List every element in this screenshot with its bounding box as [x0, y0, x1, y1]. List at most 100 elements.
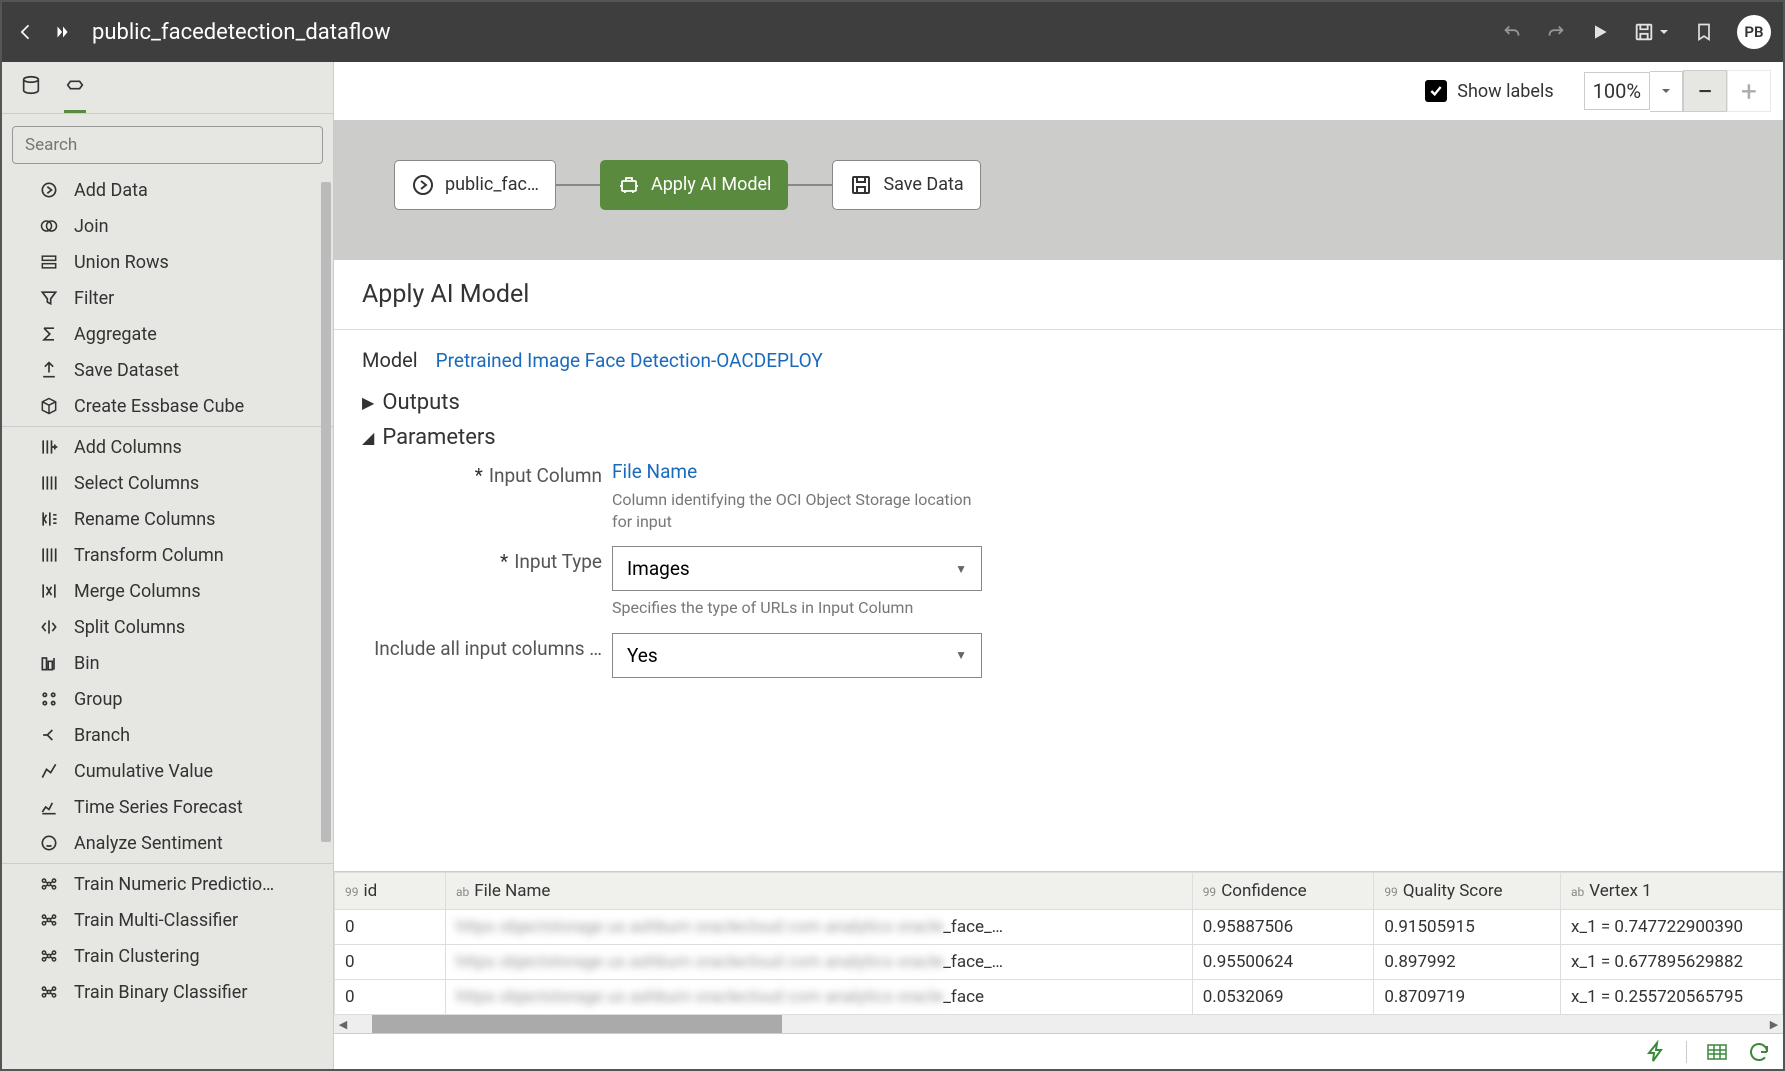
back-button[interactable] [14, 20, 38, 44]
table-row[interactable]: 0https objectstorage us ashburn oraclecl… [335, 945, 1783, 980]
sidebar-item[interactable]: Add Columns [2, 429, 333, 465]
column-header[interactable]: 99Confidence [1192, 873, 1374, 910]
model-link[interactable]: Pretrained Image Face Detection-OACDEPLO… [436, 349, 823, 372]
sidebar-item[interactable]: Group [2, 681, 333, 717]
node-label: Apply AI Model [651, 175, 771, 196]
sidebar-scrollbar[interactable] [321, 182, 331, 902]
forecast-icon [38, 796, 60, 818]
group-icon [38, 688, 60, 710]
zoom-out-button[interactable]: − [1683, 70, 1727, 112]
cumul-icon [38, 760, 60, 782]
tab-data[interactable] [20, 74, 42, 113]
scroll-thumb[interactable] [372, 1015, 782, 1033]
expand-icon[interactable] [52, 21, 74, 43]
sidebar-item[interactable]: Join [2, 208, 333, 244]
cols-split-icon [38, 616, 60, 638]
column-header[interactable]: abFile Name [445, 873, 1192, 910]
table-row[interactable]: 0https objectstorage us ashburn oraclecl… [335, 910, 1783, 945]
sidebar-item[interactable]: Train Multi-Classifier [2, 902, 333, 938]
sidebar-item[interactable]: Analyze Sentiment [2, 825, 333, 861]
input-type-select[interactable]: Images ▼ [612, 546, 982, 591]
sidebar-item[interactable]: Rename Columns [2, 501, 333, 537]
horizontal-scrollbar[interactable]: ◀ ▶ [334, 1015, 1783, 1033]
input-column-value[interactable]: File Name [612, 460, 1012, 483]
train-icon [38, 981, 60, 1003]
input-type-label: Input Type [514, 550, 602, 573]
parameters-toggle[interactable]: ◢ Parameters [362, 425, 1755, 450]
sidebar-item[interactable]: Cumulative Value [2, 753, 333, 789]
save-dropdown-button[interactable] [1657, 21, 1671, 43]
zoom-dropdown[interactable] [1650, 71, 1683, 112]
sentiment-icon [38, 832, 60, 854]
save-icon [849, 173, 873, 197]
arrow-circle-icon [38, 179, 60, 201]
canvas-toolbar: Show labels 100% − + [334, 62, 1783, 120]
sidebar-item[interactable]: Union Rows [2, 244, 333, 280]
sidebar-item-label: Train Clustering [74, 946, 200, 967]
redo-button[interactable] [1545, 21, 1567, 43]
zoom-in-button[interactable]: + [1727, 70, 1771, 112]
column-header[interactable]: 99id [335, 873, 446, 910]
show-labels-checkbox[interactable] [1425, 80, 1447, 102]
sidebar-item[interactable]: Split Columns [2, 609, 333, 645]
sidebar-item[interactable]: Filter [2, 280, 333, 316]
node-source[interactable]: public_fac… [394, 160, 556, 210]
bin-icon [38, 652, 60, 674]
train-icon [38, 909, 60, 931]
column-header[interactable]: abVertex 1 [1560, 873, 1782, 910]
refresh-icon[interactable] [1747, 1040, 1771, 1064]
sidebar-item-label: Union Rows [74, 252, 169, 273]
sidebar-item[interactable]: Merge Columns [2, 573, 333, 609]
undo-button[interactable] [1501, 21, 1523, 43]
upload-icon [38, 359, 60, 381]
sidebar-item[interactable]: Add Data [2, 172, 333, 208]
input-column-label: Input Column [489, 464, 602, 487]
ai-model-icon [617, 173, 641, 197]
dataflow-canvas[interactable]: public_fac… Apply AI Model Save Data [334, 120, 1783, 260]
sidebar-item[interactable]: Create Essbase Cube [2, 388, 333, 424]
sidebar-item[interactable]: Train Binary Classifier [2, 974, 333, 1010]
model-label: Model [362, 348, 418, 372]
scroll-right-arrow[interactable]: ▶ [1765, 1015, 1783, 1033]
include-all-select[interactable]: Yes ▼ [612, 633, 982, 678]
sidebar-item-label: Aggregate [74, 324, 157, 345]
sidebar-item-label: Rename Columns [74, 509, 215, 530]
zoom-level[interactable]: 100% [1584, 72, 1650, 110]
cube-icon [38, 395, 60, 417]
scroll-left-arrow[interactable]: ◀ [334, 1015, 352, 1033]
node-save-data[interactable]: Save Data [832, 160, 980, 210]
run-button[interactable] [1589, 21, 1611, 43]
sidebar-item[interactable]: Save Dataset [2, 352, 333, 388]
footer-toolbar [334, 1033, 1783, 1069]
tab-steps[interactable] [64, 74, 86, 113]
search-input[interactable] [12, 126, 323, 164]
sidebar-item[interactable]: Bin [2, 645, 333, 681]
sidebar-item-label: Analyze Sentiment [74, 833, 223, 854]
sidebar-item[interactable]: Branch [2, 717, 333, 753]
branch-icon [38, 724, 60, 746]
cols-xform-icon [38, 544, 60, 566]
outputs-toggle[interactable]: ▶ Outputs [362, 390, 1755, 415]
node-apply-ai[interactable]: Apply AI Model [600, 160, 788, 210]
table-row[interactable]: 0https objectstorage us ashburn oraclecl… [335, 980, 1783, 1015]
sidebar-item[interactable]: Transform Column [2, 537, 333, 573]
sidebar: Add Data Join Union Rows Filter Aggregate Sav… [2, 62, 334, 1069]
save-button[interactable] [1633, 21, 1655, 43]
sidebar-item-label: Add Data [74, 180, 148, 201]
include-all-label: Include all input columns … [374, 637, 602, 660]
sidebar-item[interactable]: Train Clustering [2, 938, 333, 974]
preview-table: 99idabFile Name99Confidence99Quality Sco… [334, 872, 1783, 1015]
sidebar-item[interactable]: Select Columns [2, 465, 333, 501]
column-header[interactable]: 99Quality Score [1374, 873, 1561, 910]
sidebar-item[interactable]: Train Numeric Predictio… [2, 866, 333, 902]
sidebar-item-label: Filter [74, 288, 114, 309]
detail-panel: Apply AI Model Model Pretrained Image Fa… [334, 260, 1783, 1069]
sidebar-item[interactable]: Aggregate [2, 316, 333, 352]
sidebar-item-label: Save Dataset [74, 360, 179, 381]
sidebar-item[interactable]: Time Series Forecast [2, 789, 333, 825]
page-title: public_facedetection_dataflow [92, 20, 391, 45]
user-avatar[interactable]: PB [1737, 15, 1771, 49]
grid-icon[interactable] [1705, 1040, 1729, 1064]
bolt-icon[interactable] [1644, 1040, 1668, 1064]
bookmark-button[interactable] [1693, 21, 1715, 43]
